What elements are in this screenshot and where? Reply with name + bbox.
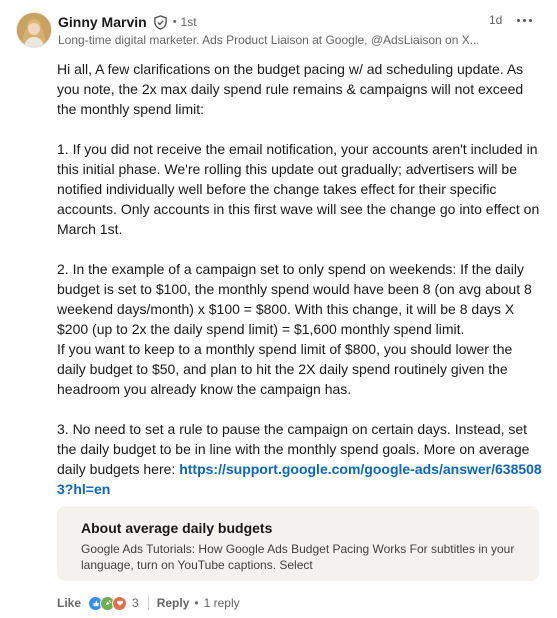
avatar[interactable] (16, 12, 52, 48)
author-headline: Long-time digital marketer. Ads Product … (58, 33, 478, 47)
love-icon (112, 595, 128, 611)
link-preview-description: Google Ads Tutorials: How Google Ads Bud… (81, 542, 515, 572)
more-options-icon[interactable] (514, 12, 534, 28)
connection-degree: 1st (180, 15, 197, 29)
comment-actions: Like 3 Reply • 1 reply (57, 594, 240, 612)
comment-point-2a: 2. In the example of a campaign set to o… (57, 261, 532, 337)
link-preview-title: About average daily budgets (81, 520, 273, 536)
comment-point-3: 3. No need to set a rule to pause the ca… (57, 419, 542, 499)
reply-separator: • (194, 596, 199, 610)
comment-intro: Hi all, A few clarifications on the budg… (57, 61, 524, 117)
comment-card: Ginny Marvin • 1st Long-time digital mar… (0, 0, 557, 618)
avatar-photo (17, 13, 51, 47)
reaction-count[interactable]: 3 (132, 596, 139, 610)
action-divider (147, 596, 149, 610)
author-name[interactable]: Ginny Marvin (58, 14, 147, 30)
verified-shield-icon (153, 14, 168, 30)
reactions[interactable] (88, 595, 128, 611)
degree-separator: • (172, 16, 177, 28)
comment-point-2b: If you want to keep to a monthly spend l… (57, 341, 513, 397)
comment-point-1: 1. If you did not receive the email noti… (57, 141, 540, 237)
comment-timestamp: 1d (489, 13, 503, 27)
comment-text: Hi all, A few clarifications on the budg… (57, 59, 542, 519)
reply-count[interactable]: 1 reply (204, 596, 240, 610)
author-row: Ginny Marvin • 1st (58, 12, 197, 32)
reply-button[interactable]: Reply (157, 596, 190, 610)
like-button[interactable]: Like (57, 596, 81, 610)
link-preview-card[interactable]: About average daily budgets Google Ads T… (57, 506, 539, 581)
